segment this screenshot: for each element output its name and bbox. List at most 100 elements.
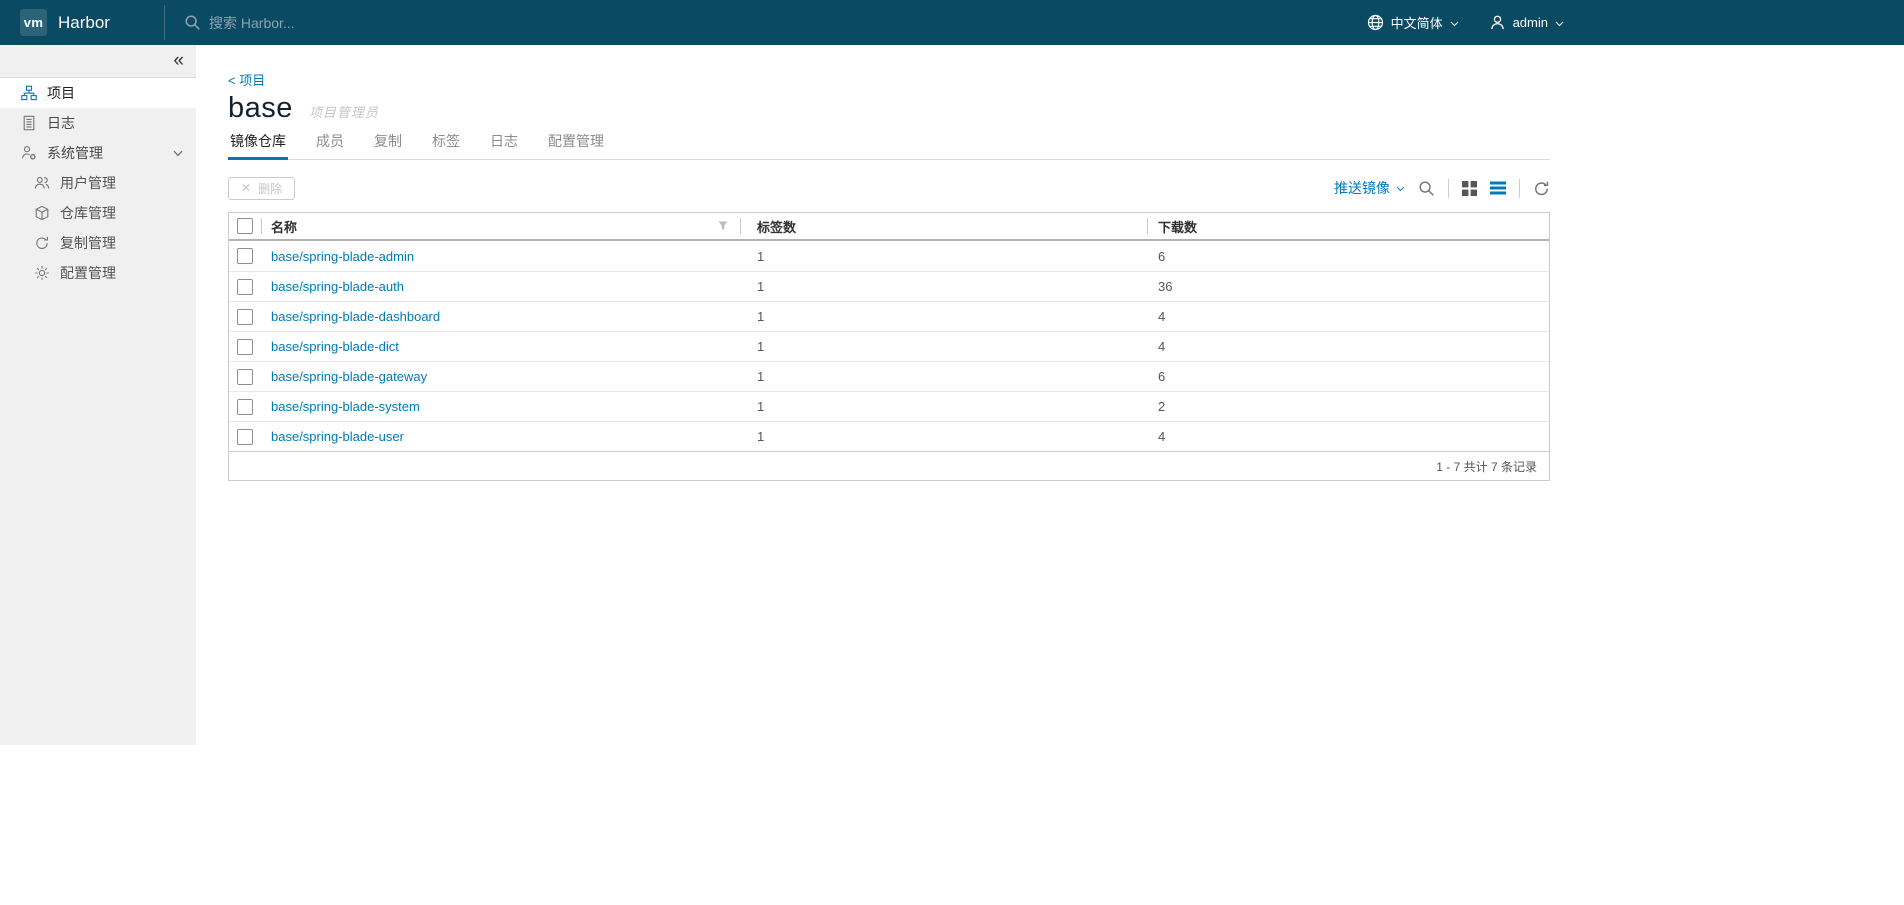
column-header-pulls[interactable]: 下载数 (1147, 213, 1549, 239)
repo-name-cell: base/spring-blade-dict (261, 332, 740, 361)
pull-count: 2 (1158, 399, 1166, 414)
project-tabs: 镜像仓库 成员 复制 标签 日志 配置管理 (228, 131, 1550, 160)
tab-replication[interactable]: 复制 (372, 131, 404, 159)
refresh-icon[interactable] (1533, 180, 1550, 197)
breadcrumb[interactable]: < 项目 (228, 70, 1572, 89)
search-icon[interactable] (1418, 180, 1435, 197)
tag-count-cell: 1 (740, 362, 1147, 391)
row-checkbox-cell (229, 302, 261, 331)
pull-count: 4 (1158, 339, 1166, 354)
tag-count-cell: 1 (740, 272, 1147, 301)
pull-count-cell: 6 (1147, 362, 1549, 391)
tab-labels[interactable]: 标签 (430, 131, 462, 159)
tab-members[interactable]: 成员 (314, 131, 346, 159)
users-icon (34, 175, 50, 191)
row-checkbox[interactable] (237, 398, 253, 415)
pull-count-cell: 6 (1147, 241, 1549, 271)
search-input[interactable] (209, 14, 629, 31)
repo-link[interactable]: base/spring-blade-admin (271, 249, 414, 264)
filter-icon[interactable] (718, 221, 728, 231)
sidebar-admin-submenu: 用户管理 仓库管理 复制管理 配置管理 (0, 168, 196, 288)
select-all-checkbox[interactable] (237, 218, 253, 234)
column-header-tags[interactable]: 标签数 (740, 213, 1147, 239)
sidebar-item-label: 系统管理 (47, 145, 103, 161)
page-title: base (228, 92, 293, 124)
row-checkbox[interactable] (237, 308, 253, 325)
sidebar-item-user-management[interactable]: 用户管理 (0, 168, 196, 198)
user-dropdown[interactable]: admin (1489, 14, 1564, 31)
pull-count: 6 (1158, 248, 1166, 264)
repo-link[interactable]: base/spring-blade-dict (271, 339, 399, 354)
row-checkbox[interactable] (237, 248, 253, 264)
table-row: base/spring-blade-gateway 1 6 (229, 361, 1549, 391)
repo-link[interactable]: base/spring-blade-system (271, 399, 420, 414)
pull-count: 6 (1158, 369, 1166, 384)
chevron-down-icon (1396, 186, 1405, 192)
toolbar-divider (1519, 178, 1520, 198)
row-checkbox-cell (229, 241, 261, 271)
search-icon (184, 14, 201, 31)
pull-count-cell: 4 (1147, 332, 1549, 361)
pull-count: 4 (1158, 429, 1166, 444)
table-row: base/spring-blade-auth 1 36 (229, 271, 1549, 301)
repo-name-cell: base/spring-blade-user (261, 422, 740, 451)
row-checkbox[interactable] (237, 428, 253, 445)
repo-link[interactable]: base/spring-blade-user (271, 429, 404, 444)
sidebar-item-label: 仓库管理 (60, 205, 116, 221)
delete-button-label: 删除 (258, 181, 283, 196)
toolbar-right: 推送镜像 (1334, 178, 1550, 198)
table-row: base/spring-blade-system 1 2 (229, 391, 1549, 421)
sidebar-item-label: 用户管理 (60, 175, 116, 191)
table-footer: 1 - 7 共计 7 条记录 (229, 451, 1549, 480)
column-header-name[interactable]: 名称 (261, 213, 740, 239)
sidebar-collapse-icon[interactable]: « (173, 47, 184, 75)
column-label: 名称 (271, 219, 298, 235)
table-row: base/spring-blade-user 1 4 (229, 421, 1549, 451)
tag-count: 1 (757, 369, 765, 384)
sidebar-item-label: 复制管理 (60, 235, 116, 251)
list-view-icon[interactable] (1490, 181, 1506, 195)
repo-name-cell: base/spring-blade-admin (261, 241, 740, 271)
sidebar-item-registry-management[interactable]: 仓库管理 (0, 198, 196, 228)
chevron-down-icon (1555, 21, 1564, 27)
row-checkbox-cell (229, 362, 261, 391)
app-header: vm Harbor 中文简体 admin (0, 0, 1904, 45)
card-view-icon[interactable] (1462, 180, 1477, 196)
row-checkbox-cell (229, 422, 261, 451)
row-checkbox[interactable] (237, 338, 253, 355)
language-dropdown[interactable]: 中文简体 (1367, 13, 1459, 32)
repo-link[interactable]: base/spring-blade-dashboard (271, 309, 440, 324)
tag-count-cell: 1 (740, 392, 1147, 421)
push-image-label: 推送镜像 (1334, 180, 1390, 196)
tab-configuration[interactable]: 配置管理 (546, 131, 606, 159)
projects-icon (21, 85, 37, 101)
sidebar-item-configuration[interactable]: 配置管理 (0, 258, 196, 288)
tag-count: 1 (757, 309, 765, 324)
replication-icon (34, 235, 50, 251)
tag-count: 1 (757, 399, 765, 414)
row-checkbox[interactable] (237, 278, 253, 295)
column-label: 标签数 (757, 219, 797, 235)
tab-repositories[interactable]: 镜像仓库 (228, 131, 288, 160)
tag-count-cell: 1 (740, 332, 1147, 361)
pull-count-cell: 4 (1147, 422, 1549, 451)
push-image-button[interactable]: 推送镜像 (1334, 178, 1405, 198)
repo-link[interactable]: base/spring-blade-gateway (271, 369, 427, 384)
row-checkbox[interactable] (237, 368, 253, 385)
sidebar-item-replication-management[interactable]: 复制管理 (0, 228, 196, 258)
repo-link[interactable]: base/spring-blade-auth (271, 279, 404, 294)
branding[interactable]: vm Harbor (20, 0, 110, 45)
tab-logs[interactable]: 日志 (488, 131, 520, 159)
logs-icon (21, 115, 37, 131)
tag-count-cell: 1 (740, 422, 1147, 451)
sidebar-item-administration[interactable]: 系统管理 (0, 138, 196, 168)
repositories-table: 名称 标签数 下载数 base/spring-blade-admin 1 6 b… (228, 212, 1550, 481)
table-body: base/spring-blade-admin 1 6 base/spring-… (229, 241, 1549, 451)
row-checkbox-cell (229, 392, 261, 421)
delete-button[interactable]: ✕ 删除 (228, 176, 296, 200)
sidebar-item-logs[interactable]: 日志 (0, 108, 196, 138)
sidebar-item-label: 项目 (47, 85, 75, 101)
row-checkbox-cell (229, 272, 261, 301)
sidebar-item-projects[interactable]: 项目 (0, 78, 196, 108)
record-count: 1 - 7 共计 7 条记录 (1436, 459, 1537, 474)
